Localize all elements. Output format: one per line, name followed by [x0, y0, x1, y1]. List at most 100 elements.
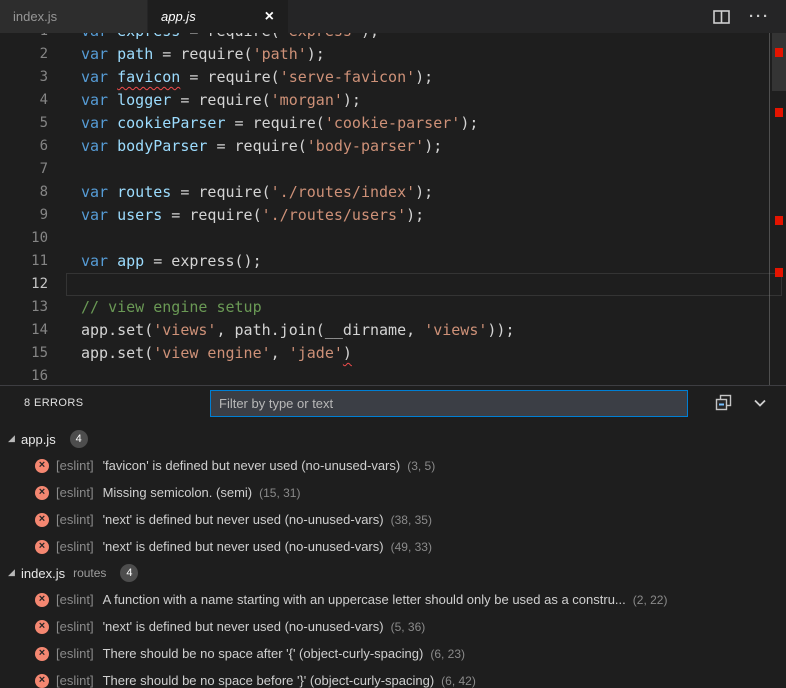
code-token: ); [424, 137, 442, 155]
code-token: = require( [207, 137, 306, 155]
code-line[interactable]: 9var users = require('./routes/users'); [0, 204, 786, 227]
code-text: var bodyParser = require('body-parser'); [66, 135, 442, 158]
code-token: './routes/users' [262, 206, 407, 224]
code-editor[interactable]: 1var express = require('express');2var p… [0, 33, 786, 385]
error-icon: × [35, 540, 49, 554]
line-number: 2 [0, 43, 66, 66]
line-number: 9 [0, 204, 66, 227]
marker-row[interactable]: ×[eslint]A function with a name starting… [0, 586, 786, 613]
code-line[interactable]: 1var express = require('express'); [0, 33, 786, 43]
code-token: var [81, 91, 117, 109]
code-token: './routes/index' [271, 183, 416, 201]
chevron-down-icon[interactable] [752, 395, 768, 411]
more-actions-icon[interactable]: ··· [749, 8, 770, 25]
line-number: 3 [0, 66, 66, 89]
code-token: 'path' [253, 45, 307, 63]
marker-source-label: [eslint] [56, 539, 94, 554]
code-token: 'views' [424, 321, 487, 339]
code-line[interactable]: 5var cookieParser = require('cookie-pars… [0, 112, 786, 135]
marker-position: (2, 22) [633, 593, 668, 607]
code-token: app.set( [81, 344, 153, 362]
code-token: = require( [180, 33, 279, 40]
code-token: , [271, 344, 289, 362]
errors-count-label: 8 ERRORS [24, 397, 83, 409]
marker-row[interactable]: ×[eslint]'next' is defined but never use… [0, 613, 786, 640]
code-lines: 1var express = require('express');2var p… [0, 33, 786, 385]
panel-actions [715, 394, 768, 411]
code-token: ); [343, 91, 361, 109]
code-token: ); [406, 206, 424, 224]
code-line[interactable]: 13// view engine setup [0, 296, 786, 319]
code-token: = require( [171, 91, 270, 109]
code-line[interactable]: 2var path = require('path'); [0, 43, 786, 66]
marker-source-label: [eslint] [56, 512, 94, 527]
marker-source-label: [eslint] [56, 673, 94, 688]
code-token: routes [117, 183, 171, 201]
code-token: ); [361, 33, 379, 40]
line-number: 13 [0, 296, 66, 319]
collapse-all-icon[interactable] [715, 394, 732, 411]
scrollbar-slider[interactable] [772, 33, 786, 91]
code-line[interactable]: 11var app = express(); [0, 250, 786, 273]
problems-panel-header: 8 ERRORS [0, 386, 786, 420]
code-token: = require( [180, 68, 279, 86]
count-badge: 4 [70, 430, 88, 448]
code-token: logger [117, 91, 171, 109]
marker-message: 'favicon' is defined but never used (no-… [103, 458, 401, 473]
line-number: 4 [0, 89, 66, 112]
code-token: ); [307, 45, 325, 63]
code-token: var [81, 252, 117, 270]
marker-row[interactable]: ×[eslint]'next' is defined but never use… [0, 506, 786, 533]
twistie-expanded-icon: ◢ [8, 568, 21, 578]
code-line[interactable]: 10 [0, 227, 786, 250]
code-line[interactable]: 16 [0, 365, 786, 385]
marker-source-label: [eslint] [56, 646, 94, 661]
tab-label: app.js [161, 9, 196, 24]
group-header-index.js[interactable]: ◢index.jsroutes4 [0, 560, 786, 586]
tab-app-js[interactable]: app.js × [148, 0, 288, 33]
code-line[interactable]: 4 var logger = require('morgan'); [0, 89, 786, 112]
error-icon: × [35, 620, 49, 634]
marker-message: A function with a name starting with an … [103, 592, 626, 607]
problems-panel: 8 ERRORS ◢app.js4×[eslint]'favicon' is [0, 385, 786, 688]
group-file-label: app.js [21, 432, 56, 447]
marker-position: (6, 23) [430, 647, 465, 661]
marker-row[interactable]: ×[eslint]There should be no space before… [0, 667, 786, 688]
line-number: 16 [0, 365, 66, 385]
split-editor-icon[interactable] [713, 10, 731, 24]
scrollbar[interactable] [772, 33, 786, 385]
code-token: = express(); [144, 252, 261, 270]
code-line[interactable]: 14app.set('views', path.join(__dirname, … [0, 319, 786, 342]
marker-source-label: [eslint] [56, 485, 94, 500]
code-line[interactable]: 3var favicon = require('serve-favicon'); [0, 66, 786, 89]
code-token: var [81, 183, 117, 201]
code-line[interactable]: 15app.set('view engine', 'jade') [0, 342, 786, 365]
marker-row[interactable]: ×[eslint]Missing semicolon. (semi)(15, 3… [0, 479, 786, 506]
code-text: var app = express(); [66, 250, 262, 273]
line-number: 5 [0, 112, 66, 135]
code-token: 'morgan' [271, 91, 343, 109]
marker-row[interactable]: ×[eslint]There should be no space after … [0, 640, 786, 667]
tab-index-js[interactable]: index.js [0, 0, 147, 33]
code-text: var users = require('./routes/users'); [66, 204, 424, 227]
line-number: 15 [0, 342, 66, 365]
line-number: 12 [0, 273, 66, 296]
code-text: var routes = require('./routes/index'); [66, 181, 433, 204]
code-token: express [117, 33, 180, 40]
marker-row[interactable]: ×[eslint]'next' is defined but never use… [0, 533, 786, 560]
filter-input[interactable] [210, 390, 688, 417]
close-icon[interactable]: × [261, 9, 278, 25]
error-icon: × [35, 593, 49, 607]
marker-list: ◢app.js4×[eslint]'favicon' is defined bu… [0, 420, 786, 688]
code-line[interactable]: 7 [0, 158, 786, 181]
code-line[interactable]: 6var bodyParser = require('body-parser')… [0, 135, 786, 158]
marker-row[interactable]: ×[eslint]'favicon' is defined but never … [0, 452, 786, 479]
error-marker [775, 108, 783, 117]
marker-source-label: [eslint] [56, 619, 94, 634]
group-header-app.js[interactable]: ◢app.js4 [0, 426, 786, 452]
code-line[interactable]: 8var routes = require('./routes/index'); [0, 181, 786, 204]
code-line[interactable]: 12 [0, 273, 786, 296]
code-token: var [81, 137, 117, 155]
code-token: = require( [226, 114, 325, 132]
code-token: )); [487, 321, 514, 339]
